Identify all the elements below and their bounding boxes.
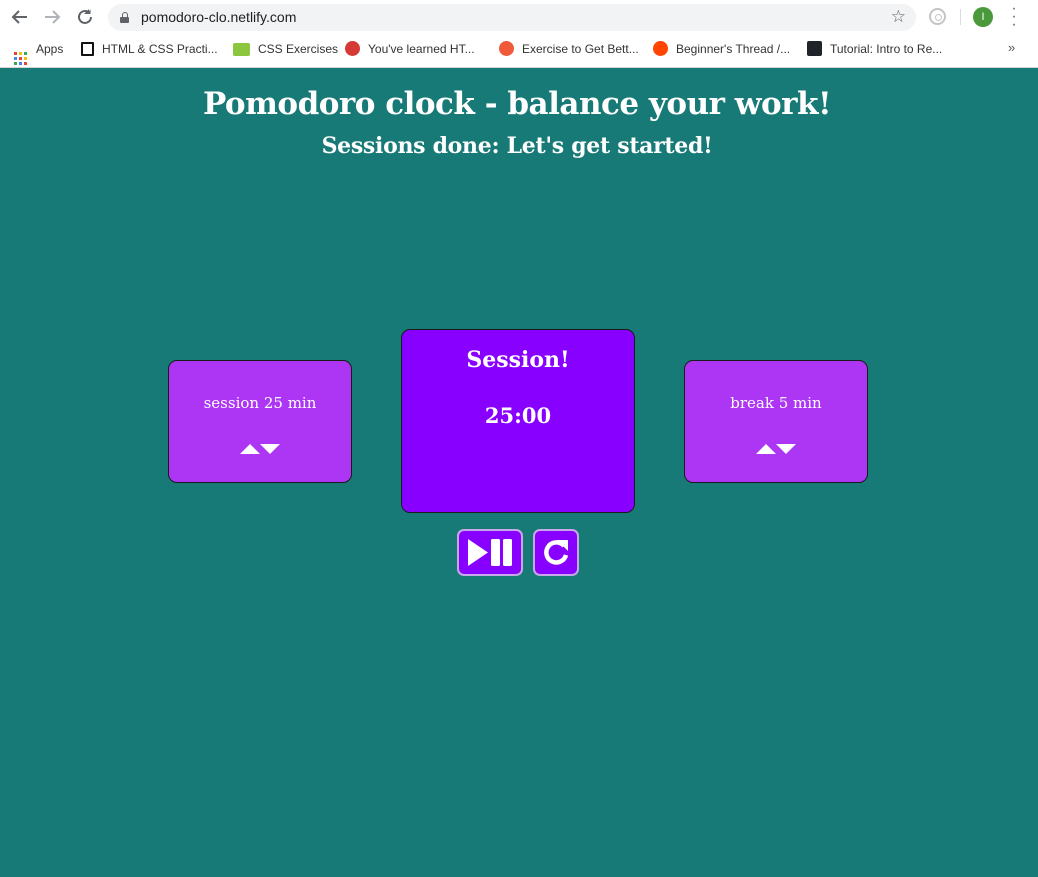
break-length-card: break 5 min	[684, 360, 868, 483]
play-pause-icon	[468, 539, 512, 566]
bookmark-label: HTML & CSS Practi...	[102, 42, 218, 56]
more-bookmarks-icon[interactable]: »	[1008, 40, 1015, 55]
bookmark-label: Apps	[36, 42, 64, 56]
brackets-icon	[81, 42, 94, 56]
reload-icon[interactable]	[74, 6, 96, 28]
triangle-down-icon[interactable]	[260, 444, 280, 454]
refresh-icon	[544, 540, 569, 565]
react-icon	[807, 41, 822, 56]
bookmark-apps[interactable]: Apps	[14, 40, 64, 65]
session-length-controls	[240, 443, 282, 455]
timer-display: 25:00	[484, 403, 552, 428]
bookmark-codecademy[interactable]: You've learned HT...	[345, 40, 475, 58]
bookmark-label: Beginner's Thread /...	[676, 42, 791, 56]
extension-icon[interactable]	[929, 8, 946, 25]
sessions-status: Sessions done: Let's get started!	[321, 133, 713, 159]
back-arrow-icon[interactable]	[9, 6, 31, 28]
triangle-down-icon[interactable]	[776, 444, 796, 454]
browser-chrome: pomodoro-clo.netlify.com ☆ I · · · Apps HT…	[0, 0, 1038, 68]
bookmarks-bar: Apps HTML & CSS Practi... CSS Exercises …	[0, 38, 1038, 65]
reset-button[interactable]	[533, 529, 579, 576]
break-length-controls	[756, 443, 798, 455]
bookmark-label: Tutorial: Intro to Re...	[830, 42, 943, 56]
session-length-label: session 25 min	[203, 394, 317, 412]
bookmark-beginners-thread[interactable]: Beginner's Thread /...	[653, 40, 790, 58]
exercism-icon	[233, 43, 250, 56]
reddit-icon	[653, 41, 668, 56]
bookmark-css-exercises[interactable]: CSS Exercises	[233, 40, 338, 58]
play-pause-button[interactable]	[457, 529, 523, 576]
session-length-card: session 25 min	[168, 360, 352, 483]
forward-arrow-icon[interactable]	[41, 6, 63, 28]
triangle-up-icon[interactable]	[240, 444, 260, 454]
timer-card: Session! 25:00	[401, 329, 635, 513]
bookmark-react-tutorial[interactable]: Tutorial: Intro to Re...	[807, 40, 942, 58]
url-text[interactable]: pomodoro-clo.netlify.com	[141, 9, 296, 25]
codecademy-icon	[345, 41, 360, 56]
break-length-label: break 5 min	[730, 394, 822, 412]
profile-avatar[interactable]: I	[973, 7, 993, 27]
triangle-up-icon[interactable]	[756, 444, 776, 454]
bookmark-label: You've learned HT...	[368, 42, 475, 56]
bookmark-label: CSS Exercises	[258, 42, 339, 56]
browser-menu-icon[interactable]: · · ·	[1008, 1, 1020, 33]
timer-label: Session!	[466, 347, 570, 373]
bookmark-exercise[interactable]: Exercise to Get Bett...	[499, 40, 639, 58]
toolbar-separator	[960, 9, 961, 25]
asterisk-icon	[499, 41, 514, 56]
bookmark-star-icon[interactable]: ☆	[891, 7, 906, 27]
bookmark-html-css-practice[interactable]: HTML & CSS Practi...	[81, 40, 218, 58]
address-bar[interactable]: pomodoro-clo.netlify.com ☆	[108, 4, 916, 31]
bookmark-label: Exercise to Get Bett...	[522, 42, 639, 56]
page-title: Pomodoro clock - balance your work!	[202, 86, 832, 122]
lock-icon	[120, 12, 129, 23]
apps-grid-icon	[14, 52, 27, 65]
